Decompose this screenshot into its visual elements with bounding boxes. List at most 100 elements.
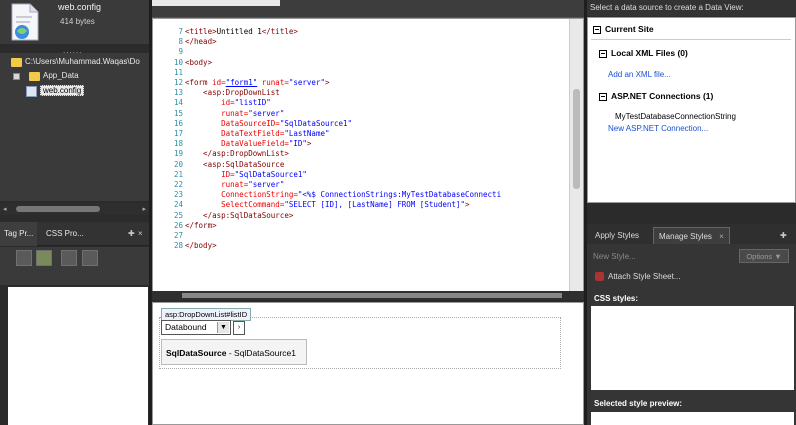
line-number: 20 — [173, 159, 183, 169]
add-xml-file-link[interactable]: Add an XML file... — [608, 70, 671, 79]
code-line[interactable]: </head> — [185, 37, 217, 46]
tab-manage-styles[interactable]: Manage Styles × — [653, 227, 730, 244]
code-line[interactable]: ConnectionString="<%$ ConnectionStrings:… — [185, 190, 501, 199]
code-line[interactable]: SelectCommand="SELECT [ID], [LastName] F… — [185, 200, 469, 209]
code-token: "form1" — [225, 78, 258, 87]
code-token: </body> — [185, 241, 217, 251]
code-line[interactable]: runat="server" — [185, 109, 284, 118]
horizontal-scrollbar[interactable]: ◂ ▸ — [0, 203, 149, 215]
code-line[interactable]: <title>Untitled 1</title> — [185, 27, 298, 36]
css-styles-label: CSS styles: — [594, 294, 639, 303]
line-number: 16 — [173, 118, 183, 128]
code-token: </asp:DropDownList> — [185, 149, 289, 159]
properties-page-icon[interactable] — [82, 250, 98, 266]
tag-properties-grid[interactable] — [8, 287, 148, 425]
code-token: DataSourceID= — [185, 118, 280, 128]
group-label: Local XML Files (0) — [611, 48, 688, 58]
sql-data-source-control[interactable]: SqlDataSource - SqlDataSource1 — [161, 339, 307, 365]
right-splitter[interactable] — [584, 0, 587, 425]
code-line[interactable]: </form> — [185, 221, 217, 230]
scrollbar-thumb[interactable] — [16, 206, 100, 212]
code-line[interactable]: runat="server" — [185, 180, 284, 189]
active-document-tab[interactable] — [152, 0, 280, 6]
scroll-right-icon[interactable]: ▸ — [142, 205, 146, 213]
tag-properties-toolbar — [0, 247, 149, 285]
tab-css-properties[interactable]: CSS Pro... — [42, 222, 88, 246]
scroll-left-icon[interactable]: ◂ — [3, 205, 7, 213]
styles-tab-strip: Apply Styles Manage Styles × ✚ — [587, 224, 796, 244]
current-site-group[interactable]: Current Site — [593, 24, 654, 34]
code-token: ConnectionString= — [185, 190, 298, 200]
smart-tag-button[interactable]: › — [233, 321, 245, 335]
collapse-icon[interactable] — [599, 49, 607, 58]
code-line[interactable]: DataSourceID="SqlDataSource1" — [185, 119, 352, 128]
aspnet-connections-group[interactable]: ASP.NET Connections (1) — [599, 91, 713, 101]
code-token: <form — [185, 78, 213, 87]
line-number: 15 — [173, 108, 183, 118]
design-view[interactable]: asp:DropDownList#listID Databound ▼ › Sq… — [152, 302, 584, 425]
new-connection-link[interactable]: New ASP.NET Connection... — [608, 124, 708, 133]
attach-style-sheet-button[interactable]: Attach Style Sheet... — [595, 272, 680, 282]
options-dropdown[interactable]: Options ▼ — [739, 249, 789, 263]
local-xml-group[interactable]: Local XML Files (0) — [599, 48, 688, 58]
style-preview-box — [591, 412, 794, 425]
code-token: "<%$ ConnectionStrings:MyTestDatabaseCon… — [297, 190, 502, 200]
close-icon[interactable]: × — [134, 222, 147, 246]
close-icon[interactable]: × — [719, 232, 724, 241]
alphabetical-icon[interactable] — [36, 250, 52, 266]
style-preview-label: Selected style preview: — [594, 399, 683, 408]
collapse-icon[interactable] — [599, 92, 607, 101]
scrollbar-thumb[interactable] — [573, 89, 580, 189]
dropdown-value: Databound — [165, 322, 207, 332]
code-line[interactable]: DataTextField="LastName" — [185, 129, 329, 138]
tag-properties-header: Tag Pr... CSS Pro... ✚ × — [0, 222, 149, 246]
line-number: 18 — [173, 139, 183, 149]
editor-horizontal-scrollbar[interactable] — [152, 291, 584, 300]
code-token: id= — [212, 78, 226, 87]
css-styles-list[interactable] — [591, 306, 794, 390]
group-label: Current Site — [605, 24, 654, 34]
databound-dropdown[interactable]: Databound ▼ — [161, 320, 231, 335]
code-line[interactable]: <asp:SqlDataSource — [185, 160, 284, 169]
line-number: 27 — [173, 231, 183, 240]
code-token: </title> — [261, 27, 298, 36]
code-token: </asp:SqlDataSource> — [185, 210, 294, 220]
code-line[interactable]: DataValueField="ID"> — [185, 139, 311, 148]
categorized-icon[interactable] — [16, 250, 32, 266]
file-name: web.config — [58, 2, 102, 12]
folder-tree: C:\Users\Muhammad.Waqas\Do App_Data web.… — [0, 53, 149, 201]
code-lines[interactable]: <title>Untitled 1</title> </head> <body> <f… — [185, 27, 569, 297]
connection-item[interactable]: MyTestDatabaseConnectionString — [615, 112, 736, 121]
line-number: 12 — [173, 78, 183, 87]
data-source-panel: Current Site Local XML Files (0) Add an … — [587, 17, 796, 203]
left-splitter[interactable] — [149, 0, 152, 425]
code-token: > — [464, 200, 470, 210]
code-line[interactable]: <form id="form1" runat="server"> — [185, 78, 330, 87]
tab-apply-styles[interactable]: Apply Styles — [590, 227, 644, 244]
code-token: DataValueField= — [185, 139, 289, 149]
expand-icon[interactable] — [13, 73, 20, 80]
code-editor[interactable]: 7 8 9 10 11 12 13 14 15 16 17 18 19 20 21 22 23 24 25 26 27 2… — [152, 18, 584, 298]
code-line[interactable]: <asp:DropDownList — [185, 88, 280, 97]
line-number: 21 — [173, 169, 183, 179]
code-token: DataTextField= — [185, 129, 285, 138]
collapse-icon[interactable] — [593, 25, 601, 34]
chevron-down-icon[interactable]: ▼ — [217, 322, 229, 333]
tab-tag-properties[interactable]: Tag Pr... — [0, 222, 38, 246]
show-set-properties-icon[interactable] — [61, 250, 77, 266]
new-style-button[interactable]: New Style... — [593, 252, 636, 261]
code-token: "server" — [288, 78, 325, 87]
code-line[interactable]: id="listID" — [185, 98, 271, 107]
editor-vertical-scrollbar[interactable] — [569, 19, 583, 297]
config-file-icon — [26, 86, 37, 97]
code-line[interactable]: <body> — [185, 58, 212, 67]
code-line[interactable]: </body> — [185, 241, 217, 250]
scrollbar-thumb[interactable] — [182, 293, 562, 298]
pin-icon[interactable]: ✚ — [775, 227, 792, 244]
code-token: </head> — [185, 37, 217, 47]
code-line[interactable]: </asp:DropDownList> — [185, 149, 289, 158]
code-token: Untitled 1 — [216, 27, 262, 36]
tree-item-label: web.config — [40, 85, 85, 96]
code-line[interactable]: </asp:SqlDataSource> — [185, 211, 293, 220]
code-line[interactable]: ID="SqlDataSource1" — [185, 170, 307, 179]
